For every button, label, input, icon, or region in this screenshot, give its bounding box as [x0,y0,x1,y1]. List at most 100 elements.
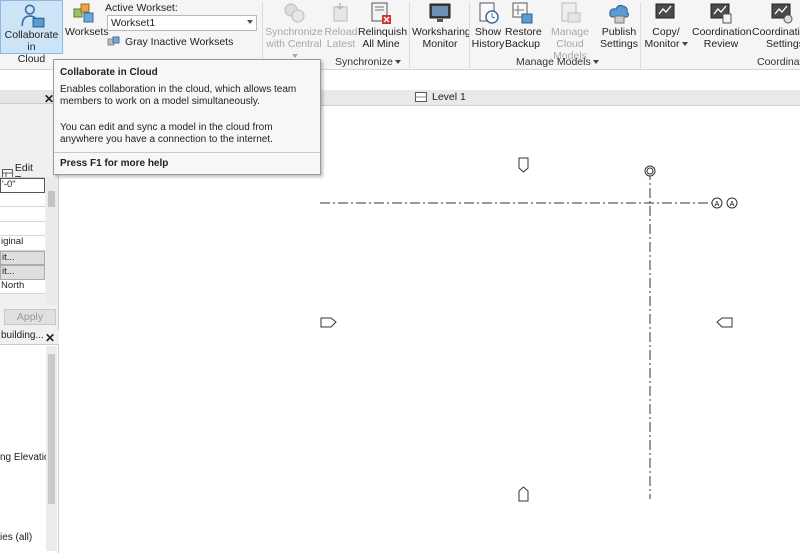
copy-monitor-label-line2: Monitor [644,38,680,50]
gray-inactive-worksets-button[interactable]: Gray Inactive Worksets [107,36,233,48]
property-row[interactable] [0,192,45,207]
publish-settings-button[interactable]: Publish Settings [600,0,638,54]
ws-monitor-label-line1: Worksharing [412,26,471,38]
show-history-button[interactable]: Show History [471,0,505,54]
tooltip-help-text: Press F1 for more help [60,158,169,169]
copy-monitor-label-line1: Copy/ [652,26,680,38]
tooltip-description-2: You can edit and sync a model in the clo… [60,122,273,145]
properties-table: '-0" iginal it... it... North [0,177,45,294]
coordination-review-button[interactable]: Coordination Review [692,0,752,54]
property-row[interactable]: '-0" [0,178,45,193]
sync-icon [284,3,305,23]
tooltip-title: Collaborate in Cloud [60,67,158,78]
scrollbar-thumb[interactable] [48,354,55,504]
panel-coordinate-label: Coordinate [757,56,800,68]
property-row[interactable]: iginal [0,236,45,251]
restore-label-line1: Restore [505,26,542,38]
property-row[interactable]: North [0,279,45,294]
relinquish-label-line1: Relinquish [358,26,408,38]
coord-settings-label-line2: Settings [766,38,800,50]
grid-bubble-a[interactable]: A [711,197,723,209]
collaborate-label-line1: Collaborate in [4,29,59,53]
worksharing-monitor-icon [429,3,451,22]
property-edit-button[interactable]: it... [0,265,45,280]
active-workset-value: Workset1 [111,17,156,29]
relinquish-label-line2: All Mine [362,38,400,50]
reload-icon [333,3,348,22]
panel-manage-models-dropdown[interactable]: Manage Models [516,56,599,68]
chevron-down-icon [292,54,298,59]
coordination-settings-button[interactable]: Coordination Settings [752,0,800,54]
worksets-icon [73,3,94,23]
properties-panel: ✕ Edit Type '-0" iginal it... it... Nort… [0,90,59,330]
floor-plan-icon [415,92,427,102]
gray-worksets-icon [107,36,120,46]
chevron-down-icon [681,42,688,47]
tooltip: Collaborate in Cloud Enables collaborati… [53,59,321,175]
publish-label-line2: Settings [600,38,638,50]
elevation-marker-south[interactable] [518,486,529,502]
copy-monitor-button[interactable]: Copy/ Monitor [643,0,689,54]
property-row[interactable] [0,207,45,222]
publish-settings-icon [609,4,629,24]
ws-monitor-label-line2: Monitor [422,38,458,50]
manage-cloud-label-line1: Manage [551,26,589,38]
relinquish-all-mine-button[interactable]: Relinquish All Mine [358,0,408,54]
property-row[interactable] [0,221,45,236]
panel-separator [640,2,641,68]
history-icon [479,2,499,24]
level-tab-label: Level 1 [432,91,466,103]
coord-settings-label-line1: Coordination [752,26,800,38]
svg-text:A: A [730,201,735,208]
apply-button[interactable]: Apply [4,309,56,325]
restore-backup-button[interactable]: Restore Backup [505,0,542,54]
property-edit-button[interactable]: it... [0,250,45,265]
chevron-down-icon [592,60,599,65]
coordination-review-icon [710,3,732,24]
grid-bubble-top[interactable] [644,165,656,177]
chevron-down-icon [247,20,253,24]
reload-label-line1: Reload [324,26,358,38]
panel-manage-models-label: Manage Models [516,56,591,68]
browser-item[interactable]: ng Elevatio [0,452,49,463]
worksets-button[interactable]: Worksets [65,0,109,54]
reload-label-line2: Latest [326,38,356,50]
svg-text:A: A [715,201,720,208]
active-workset-label: Active Workset: [105,2,178,14]
gray-inactive-label: Gray Inactive Worksets [125,36,234,48]
reload-latest-button[interactable]: Reload Latest [324,0,358,54]
panel-synchronize-label: Synchronize [335,56,393,68]
panel-synchronize-dropdown[interactable]: Synchronize [335,56,401,68]
scrollbar-thumb[interactable] [48,191,55,207]
copy-monitor-icon [655,3,675,19]
close-icon[interactable]: ✕ [45,331,55,345]
active-workset-select[interactable]: Workset1 [107,15,257,31]
browser-item[interactable]: ies (all) [0,532,32,543]
show-history-label-line1: Show [474,26,502,38]
elevation-marker-west[interactable] [320,317,337,328]
restore-label-line2: Backup [505,38,541,50]
panel-separator [409,2,410,68]
relinquish-icon [371,2,391,24]
worksets-label: Worksets [65,26,109,38]
tab-level-1[interactable]: Level 1 [415,91,466,103]
worksharing-monitor-button[interactable]: Worksharing Monitor [412,0,471,54]
properties-scrollbar[interactable] [46,177,57,305]
elevation-marker-north[interactable] [518,157,529,173]
elevation-marker-east[interactable] [716,317,733,328]
synchronize-with-central-button[interactable]: Synchronize with Central [265,0,323,59]
browser-scrollbar[interactable] [46,346,57,551]
collaborate-in-cloud-button[interactable]: Collaborate in Cloud [0,0,63,65]
tooltip-divider [54,152,320,153]
project-browser: building... ✕ ng Elevatio ies (all) [0,330,59,553]
sync-label-line2: with Central [266,38,322,50]
coord-review-label-line2: Review [703,38,739,50]
manage-cloud-icon [561,2,581,23]
coord-review-label-line1: Coordination [692,26,752,38]
chevron-down-icon [394,60,401,65]
sync-label-line1: Synchronize [265,26,323,38]
coordination-settings-icon [771,3,793,24]
manage-cloud-models-button[interactable]: Manage Cloud Models [540,0,600,62]
show-history-label-line2: History [471,38,505,50]
grid-bubble-a[interactable]: A [726,197,738,209]
